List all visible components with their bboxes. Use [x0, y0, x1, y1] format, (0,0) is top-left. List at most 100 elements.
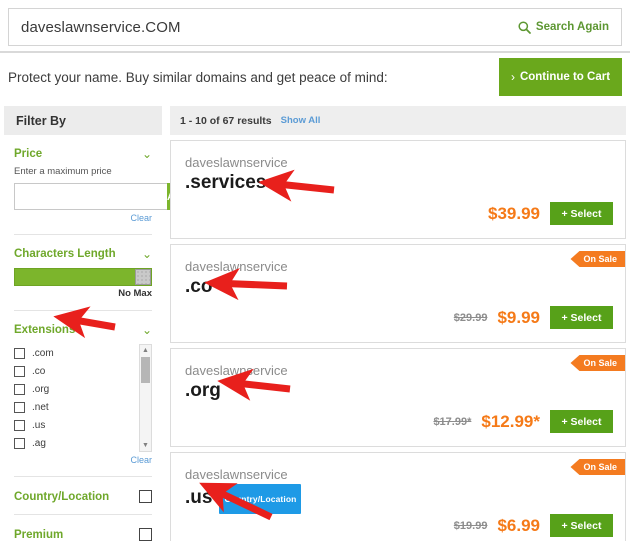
select-button[interactable]: + Select: [550, 410, 613, 433]
results-count: 1 - 10 of 67 results: [180, 114, 272, 127]
premium-row[interactable]: Premium: [12, 515, 154, 541]
extension-option[interactable]: .ag: [14, 434, 139, 452]
extensions-clear-link[interactable]: Clear: [12, 452, 154, 465]
price-filter-header[interactable]: Price ⌄: [12, 135, 154, 164]
results-panel: 1 - 10 of 67 results Show All daveslawns…: [170, 106, 626, 541]
filter-section-extensions: Extensions ⌄ .com .co .org .net .us .ag …: [4, 311, 162, 477]
chevron-down-icon[interactable]: ⌄: [142, 148, 152, 160]
continue-to-cart-label: Continue to Cart: [519, 71, 611, 83]
chevron-right-icon: ›: [510, 70, 515, 84]
domain-result-card[interactable]: On Sale daveslawnservice .us Country/Loc…: [170, 452, 626, 541]
price-area: $17.99* $12.99* + Select: [433, 410, 613, 433]
scroll-down-icon[interactable]: ▼: [140, 440, 151, 451]
checkbox-icon[interactable]: [14, 347, 25, 359]
chevron-down-icon[interactable]: ⌄: [142, 324, 152, 336]
select-button[interactable]: + Select: [550, 202, 613, 225]
checkbox-icon[interactable]: [14, 437, 25, 449]
scrollbar-thumb[interactable]: [141, 357, 150, 383]
price-input-row: Apply: [14, 183, 197, 210]
extension-option[interactable]: .net: [14, 398, 139, 416]
price-clear-link[interactable]: Clear: [12, 210, 154, 223]
domain-tld: .us: [185, 487, 213, 508]
price-area: $19.99 $6.99 + Select: [454, 514, 613, 537]
domain-result-card[interactable]: On Sale daveslawnservice .co $29.99 $9.9…: [170, 244, 626, 343]
domain-tld: .services: [185, 172, 267, 193]
results-header: 1 - 10 of 67 results Show All: [170, 106, 626, 135]
slider-handle[interactable]: [135, 269, 151, 285]
extension-label: .org: [32, 383, 50, 395]
domain-name: daveslawnservice .co: [185, 259, 288, 299]
price-area: $39.99 + Select: [488, 202, 613, 225]
checkbox-icon[interactable]: [14, 365, 25, 377]
select-button[interactable]: + Select: [550, 306, 613, 329]
domain-search-page: daveslawnservice.COM Search Again Protec…: [0, 0, 630, 541]
show-all-link[interactable]: Show All: [281, 115, 321, 126]
domain-tld: .org: [185, 380, 221, 401]
filter-section-premium: Premium: [4, 515, 162, 541]
current-price: $9.99: [497, 307, 540, 327]
domain-result-card[interactable]: On Sale daveslawnservice .org $17.99* $1…: [170, 348, 626, 447]
characters-length-title: Characters Length: [14, 248, 116, 260]
domain-result-card[interactable]: daveslawnservice .services $39.99 + Sele…: [170, 140, 626, 239]
country-location-badge: Country/Location: [219, 484, 302, 514]
checkbox-icon[interactable]: [14, 401, 25, 413]
checkbox-icon[interactable]: [14, 383, 25, 395]
domain-sld: daveslawnservice: [185, 467, 288, 482]
filter-section-country-location: Country/Location: [4, 477, 162, 515]
promo-text: Protect your name. Buy similar domains a…: [8, 70, 388, 85]
domain-name: daveslawnservice .us Country/Location: [185, 467, 302, 514]
checkbox-icon[interactable]: [14, 419, 25, 431]
domain-sld: daveslawnservice: [185, 363, 288, 378]
extensions-scrollbar[interactable]: ▲ ▼: [139, 344, 152, 452]
filter-section-characters-length: Characters Length ⌄ No Max: [4, 235, 162, 311]
domain-tld-row: .org: [185, 379, 288, 403]
extensions-list-box: .com .co .org .net .us .ag ▲ ▼: [14, 344, 152, 452]
domain-tld-row: .services: [185, 171, 288, 195]
original-price: $19.99: [453, 519, 488, 532]
characters-length-header[interactable]: Characters Length ⌄: [12, 235, 154, 264]
filter-section-price: Price ⌄ Enter a maximum price Apply Clea…: [4, 135, 197, 235]
search-icon: [518, 20, 531, 34]
on-sale-badge: On Sale: [570, 355, 625, 371]
current-price: $39.99: [488, 203, 540, 223]
domain-tld-row: .us Country/Location: [185, 483, 302, 514]
original-price: $17.99*: [433, 415, 472, 428]
scroll-up-icon[interactable]: ▲: [140, 345, 151, 356]
characters-length-slider[interactable]: [14, 268, 152, 286]
chevron-down-icon[interactable]: ⌄: [142, 248, 152, 260]
domain-name: daveslawnservice .org: [185, 363, 288, 403]
extension-label: .net: [32, 401, 49, 413]
search-again-button[interactable]: Search Again: [518, 20, 609, 34]
price-filter-title: Price: [14, 148, 43, 160]
header-divider: [0, 51, 630, 53]
continue-to-cart-button[interactable]: › Continue to Cart: [499, 58, 622, 96]
price-area: $29.99 $9.99 + Select: [454, 306, 613, 329]
domain-sld: daveslawnservice: [185, 259, 288, 274]
slider-max-label: No Max: [118, 288, 152, 299]
slider-track[interactable]: [14, 268, 152, 286]
domain-name: daveslawnservice .services: [185, 155, 288, 195]
extension-option[interactable]: .org: [14, 380, 139, 398]
extensions-list: .com .co .org .net .us .ag: [14, 344, 139, 452]
checkbox-icon[interactable]: [139, 528, 152, 541]
extension-option[interactable]: .us: [14, 416, 139, 434]
original-price: $29.99: [453, 311, 488, 324]
extension-option[interactable]: .com: [14, 344, 139, 362]
domain-sld: daveslawnservice: [185, 155, 288, 170]
extension-label: .co: [32, 365, 46, 377]
checkbox-icon[interactable]: [139, 490, 152, 503]
max-price-input[interactable]: [14, 183, 167, 210]
price-hint: Enter a maximum price: [14, 166, 112, 177]
extension-option[interactable]: .co: [14, 362, 139, 380]
extensions-header[interactable]: Extensions ⌄: [12, 311, 154, 340]
on-sale-badge: On Sale: [570, 251, 625, 267]
country-location-title: Country/Location: [14, 490, 110, 503]
select-button[interactable]: + Select: [550, 514, 613, 537]
search-bar[interactable]: daveslawnservice.COM Search Again: [8, 8, 622, 46]
filter-by-header: Filter By: [4, 106, 162, 135]
premium-title: Premium: [14, 528, 64, 541]
extension-label: .us: [32, 419, 46, 431]
country-location-row[interactable]: Country/Location: [12, 477, 154, 514]
search-input[interactable]: daveslawnservice.COM: [21, 19, 518, 36]
extension-label: .ag: [32, 437, 46, 449]
